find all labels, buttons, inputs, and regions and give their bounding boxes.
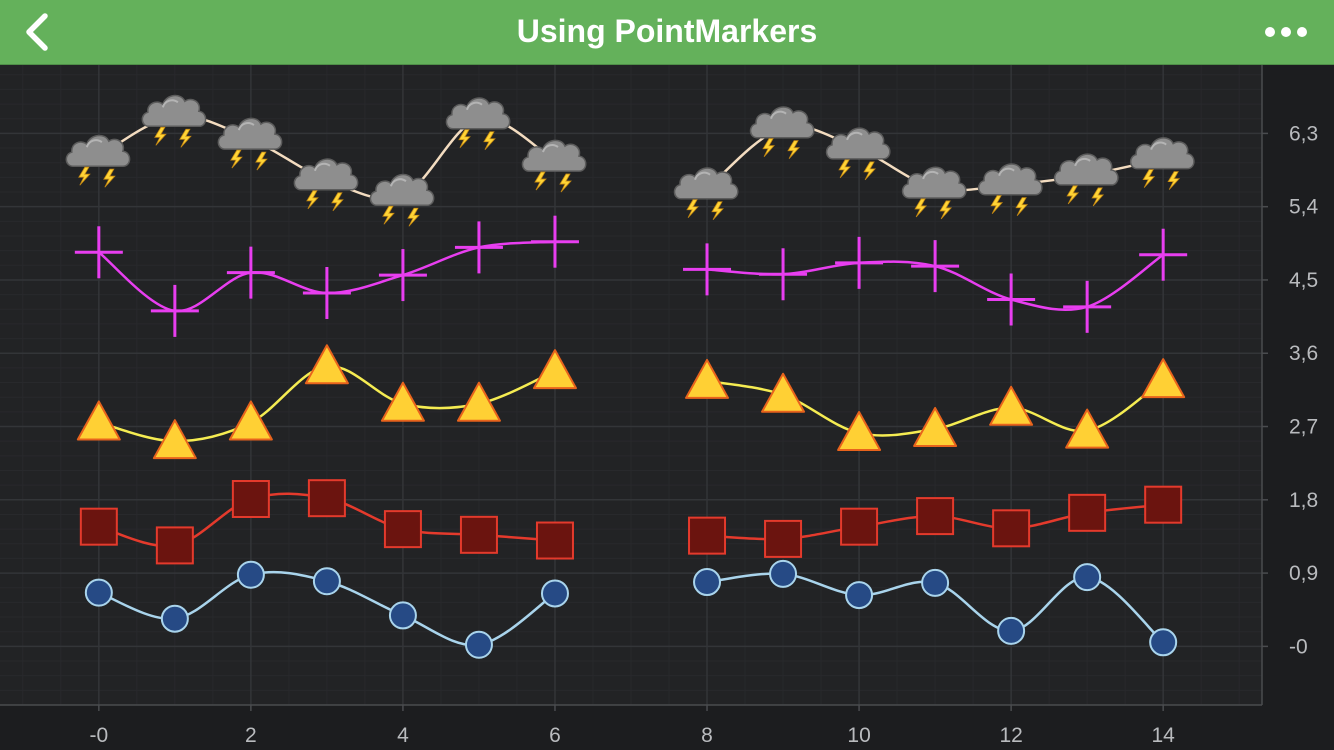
page-title: Using PointMarkers	[516, 13, 818, 49]
x-tick-label: 4	[397, 724, 409, 747]
y-tick-label: 6,3	[1289, 122, 1318, 145]
point-marker-ellipse	[84, 578, 113, 607]
point-marker-square	[764, 519, 803, 558]
y-tick-label: -0	[1289, 635, 1308, 658]
x-tick-label: 12	[999, 724, 1022, 747]
point-marker-square	[992, 509, 1031, 548]
point-marker-ellipse	[1149, 628, 1178, 657]
point-marker-ellipse	[769, 559, 798, 588]
point-marker-square	[231, 479, 270, 518]
point-marker-square	[1068, 493, 1107, 532]
chevron-left-icon	[26, 13, 48, 51]
point-marker-ellipse	[464, 630, 493, 659]
point-marker-ellipse	[921, 568, 950, 597]
navigation-bar: Using PointMarkers	[0, 0, 1334, 65]
point-marker-square	[383, 510, 422, 549]
point-marker-ellipse	[1073, 563, 1102, 592]
point-marker-square	[79, 507, 118, 546]
x-tick-label: 10	[847, 724, 870, 747]
x-tick-label: 14	[1151, 724, 1175, 747]
x-tick-label: -0	[89, 724, 108, 747]
x-tick-label: 2	[245, 724, 257, 747]
point-marker-square	[1144, 485, 1183, 524]
more-options-button[interactable]	[1256, 14, 1316, 50]
x-tick-label: 6	[549, 724, 561, 747]
point-marker-ellipse	[160, 604, 189, 633]
point-marker-square	[155, 526, 194, 565]
point-marker-square	[307, 479, 346, 518]
point-marker-square	[840, 507, 879, 546]
y-tick-label: 3,6	[1289, 342, 1318, 365]
y-tick-label: 5,4	[1289, 196, 1319, 219]
more-horizontal-icon	[1265, 27, 1275, 37]
point-marker-ellipse	[236, 560, 265, 589]
chart-surface[interactable]: -0 2 4 6 8 10 12 14 -0 0,9 1,8 2,7 3,6 4,5 5,4 6,3	[0, 65, 1334, 750]
point-marker-ellipse	[693, 568, 722, 597]
y-tick-label: 2,7	[1289, 416, 1318, 439]
x-tick-label: 8	[701, 724, 713, 747]
point-marker-ellipse	[997, 616, 1026, 645]
y-tick-label: 4,5	[1289, 269, 1318, 292]
back-button[interactable]	[14, 8, 62, 56]
point-marker-ellipse	[845, 581, 874, 610]
point-marker-ellipse	[540, 579, 569, 608]
point-marker-ellipse	[312, 567, 341, 596]
point-marker-square	[688, 516, 727, 555]
y-tick-label: 1,8	[1289, 489, 1318, 512]
point-marker-ellipse	[388, 601, 417, 630]
point-marker-square	[535, 521, 574, 560]
point-marker-square	[459, 515, 498, 554]
point-marker-square	[916, 497, 955, 536]
y-tick-label: 0,9	[1289, 562, 1318, 585]
